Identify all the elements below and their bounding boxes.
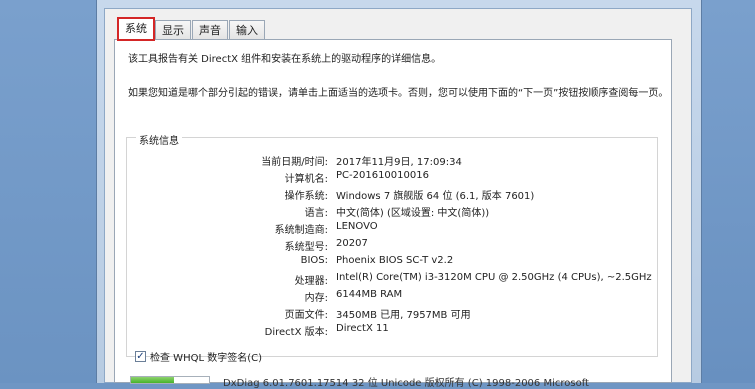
info-row-model: 系统型号: 20207 [190, 238, 610, 254]
whql-checkbox-label: 检查 WHQL 数字签名(C) [150, 353, 262, 364]
intro-text-2: 如果您知道是哪个部分引起的错误，请单击上面适当的选项卡。否则，您可以使用下面的“… [128, 88, 669, 99]
whql-checkbox-row[interactable]: ✓ 检查 WHQL 数字签名(C) [135, 349, 262, 364]
info-row-os: 操作系统: Windows 7 旗舰版 64 位 (6.1, 版本 7601) [190, 187, 610, 203]
computer-name-label: 计算机名: [284, 174, 328, 185]
info-row-language: 语言: 中文(简体) (区域设置: 中文(简体)) [190, 204, 610, 220]
info-row-manufacturer: 系统制造商: LENOVO [190, 221, 610, 237]
os-value: Windows 7 旗舰版 64 位 (6.1, 版本 7601) [336, 191, 535, 202]
bios-label: BIOS: [300, 255, 328, 266]
system-info-title: 系统信息 [136, 132, 182, 147]
datetime-label: 当前日期/时间: [261, 157, 328, 168]
directx-value: DirectX 11 [336, 323, 389, 334]
tab-sound[interactable]: 声音 [192, 20, 228, 40]
computer-name-value: PC-201610010016 [336, 170, 429, 181]
tab-input[interactable]: 输入 [229, 20, 265, 40]
datetime-value: 2017年11月9日, 17:09:34 [336, 157, 462, 168]
page-file-label: 页面文件: [284, 310, 328, 321]
language-label: 语言: [304, 208, 328, 219]
manufacturer-label: 系统制造商: [274, 225, 328, 236]
desktop-background-right [694, 0, 755, 383]
directx-label: DirectX 版本: [264, 327, 328, 338]
language-value: 中文(简体) (区域设置: 中文(简体)) [336, 208, 490, 219]
processor-label: 处理器: [294, 276, 328, 287]
desktop-background-left [0, 0, 105, 383]
tab-strip: 系统 显示 声音 输入 [117, 17, 265, 41]
manufacturer-value: LENOVO [336, 221, 378, 232]
tab-system[interactable]: 系统 [117, 17, 155, 41]
whql-checkbox[interactable]: ✓ [135, 351, 146, 362]
page-file-value: 3450MB 已用, 7957MB 可用 [336, 310, 471, 321]
info-row-bios: BIOS: Phoenix BIOS SC-T v2.2 [190, 255, 610, 271]
tab-display[interactable]: 显示 [155, 20, 191, 40]
bios-value: Phoenix BIOS SC-T v2.2 [336, 255, 454, 266]
os-label: 操作系统: [284, 191, 328, 202]
progress-fill [131, 377, 174, 383]
info-row-datetime: 当前日期/时间: 2017年11月9日, 17:09:34 [190, 153, 610, 169]
status-text: DxDiag 6.01.7601.17514 32 位 Unicode 版权所有… [223, 378, 589, 389]
info-row-directx: DirectX 版本: DirectX 11 [190, 323, 610, 339]
info-row-computer-name: 计算机名: PC-201610010016 [190, 170, 610, 186]
info-row-page-file: 页面文件: 3450MB 已用, 7957MB 可用 [190, 306, 610, 322]
processor-value: Intel(R) Core(TM) i3-3120M CPU @ 2.50GHz… [336, 272, 652, 283]
memory-label: 内存: [304, 293, 328, 304]
intro-text-1: 该工具报告有关 DirectX 组件和安装在系统上的驱动程序的详细信息。 [128, 54, 442, 65]
model-value: 20207 [336, 238, 368, 249]
model-label: 系统型号: [284, 242, 328, 253]
memory-value: 6144MB RAM [336, 289, 403, 300]
checkmark-icon: ✓ [136, 350, 145, 362]
info-row-processor: 处理器: Intel(R) Core(TM) i3-3120M CPU @ 2.… [190, 272, 652, 288]
info-row-memory: 内存: 6144MB RAM [190, 289, 610, 305]
